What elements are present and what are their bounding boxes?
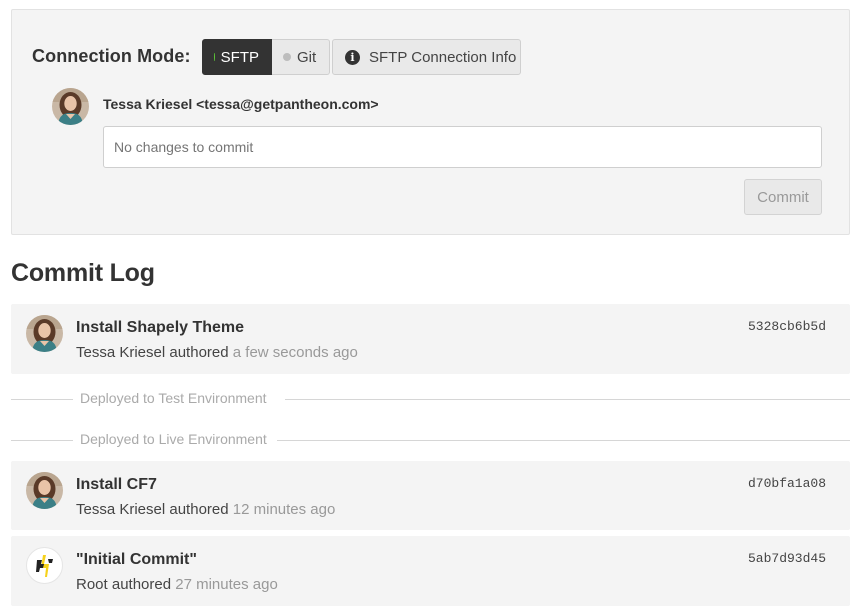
commit-author: Tessa Kriesel <tessa@getpantheon.com> <box>103 96 379 112</box>
connection-panel: Connection Mode: SFTP Git i SFTP Connect… <box>11 9 850 235</box>
commit-time: 27 minutes ago <box>175 576 278 593</box>
commit-hash[interactable]: 5ab7d93d45 <box>748 551 826 566</box>
commit-message: Install Shapely Theme <box>76 319 245 336</box>
commit-button[interactable]: Commit <box>744 179 822 215</box>
commit-hash[interactable]: d70bfa1a08 <box>748 476 826 491</box>
sftp-connection-info-button[interactable]: i SFTP Connection Info <box>332 39 521 75</box>
divider-line <box>277 440 850 441</box>
sftp-mode-button[interactable]: SFTP <box>202 39 272 75</box>
deployment-marker-live: Deployed to Live Environment <box>11 430 850 450</box>
commit-log-title: Commit Log <box>11 259 155 287</box>
author-avatar <box>52 88 89 125</box>
connection-mode-toggle: SFTP Git <box>202 39 330 75</box>
commit-verb: authored <box>111 576 172 593</box>
user-avatar-icon <box>26 315 63 352</box>
sftp-status-dot-icon <box>214 53 215 61</box>
deployment-marker-test: Deployed to Test Environment <box>11 389 850 409</box>
commit-meta: Tessa Kriesel authored a few seconds ago <box>76 344 358 361</box>
commit-message-input[interactable] <box>103 126 822 168</box>
sftp-connection-info-label: SFTP Connection Info <box>369 48 517 66</box>
git-mode-label: Git <box>297 48 317 66</box>
info-icon: i <box>345 49 360 65</box>
commit-author-name: Tessa Kriesel <box>76 501 166 518</box>
commit-entry: Install Shapely Theme Tessa Kriesel auth… <box>11 304 850 374</box>
commit-message: "Initial Commit" <box>76 551 197 568</box>
deployment-label: Deployed to Test Environment <box>80 390 267 406</box>
commit-meta: Root authored 27 minutes ago <box>76 576 278 593</box>
commit-time: a few seconds ago <box>232 344 358 361</box>
commit-message: Install CF7 <box>76 476 157 493</box>
commit-verb: authored <box>169 344 229 361</box>
git-mode-button[interactable]: Git <box>272 39 330 75</box>
divider-line <box>285 399 850 400</box>
commit-author-name: Root <box>76 576 108 593</box>
connection-mode-label: Connection Mode: <box>32 46 191 66</box>
pantheon-logo-icon <box>26 547 63 584</box>
commit-meta: Tessa Kriesel authored 12 minutes ago <box>76 501 335 518</box>
commit-entry: Install CF7 Tessa Kriesel authored 12 mi… <box>11 461 850 530</box>
commit-entry: "Initial Commit" Root authored 27 minute… <box>11 536 850 606</box>
deployment-label: Deployed to Live Environment <box>80 431 267 447</box>
commit-verb: authored <box>169 501 229 518</box>
commit-time: 12 minutes ago <box>232 501 336 518</box>
commit-author-name: Tessa Kriesel <box>76 344 166 361</box>
sftp-mode-label: SFTP <box>220 48 259 66</box>
divider-line <box>11 440 73 441</box>
commit-hash[interactable]: 5328cb6b5d <box>748 319 826 334</box>
git-status-dot-icon <box>283 53 291 61</box>
divider-line <box>11 399 73 400</box>
user-avatar-icon <box>26 472 63 509</box>
